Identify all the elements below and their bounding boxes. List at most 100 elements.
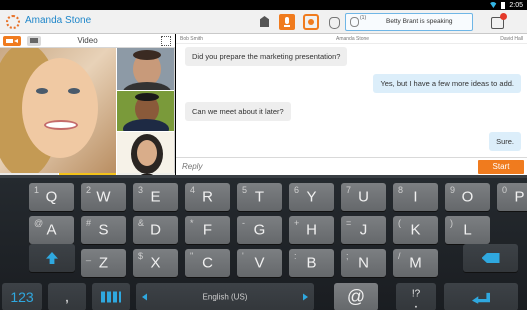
key-label: M <box>409 254 422 272</box>
key-r[interactable]: 4R <box>185 183 230 211</box>
comma-key-label: , <box>64 288 70 306</box>
user-name: Amanda Stone <box>25 15 92 26</box>
key-t[interactable]: 5T <box>237 183 282 211</box>
key-w[interactable]: 2W <box>81 183 126 211</box>
key-label: G <box>253 221 266 239</box>
battery-icon <box>501 1 506 9</box>
key-label: Y <box>306 188 317 206</box>
key-s[interactable]: # S <box>81 216 126 244</box>
key-label: Z <box>98 254 109 272</box>
keyboard-icon <box>101 291 121 303</box>
key-label: K <box>410 221 421 239</box>
status-time: 2:05 <box>509 1 523 9</box>
key-g[interactable]: -G <box>237 216 282 244</box>
participant-names: Bob Smith Amanda Stone David Hall <box>176 34 527 44</box>
period-key-label: . <box>413 294 419 310</box>
at-key-label: @ <box>346 286 366 307</box>
at-key[interactable]: @ <box>334 283 378 310</box>
notifications-icon[interactable] <box>488 13 507 31</box>
key-o[interactable]: 9O <box>445 183 490 211</box>
key-m[interactable]: / M <box>393 249 438 277</box>
video-tile-participant-1[interactable] <box>117 48 174 90</box>
action-bar: Amanda Stone (1) Betty Brant is speaking <box>0 10 527 34</box>
participant-name: Amanda Stone <box>336 36 370 42</box>
video-panel-header: Video <box>0 34 175 48</box>
video-tile-participant-2[interactable] <box>117 91 174 131</box>
webcam-icon[interactable] <box>303 14 319 30</box>
enter-key[interactable] <box>444 283 518 310</box>
key-label: R <box>202 188 213 206</box>
wifi-icon <box>489 2 498 8</box>
space-key[interactable]: English (US) <box>136 283 314 310</box>
raise-hand-icon[interactable] <box>326 14 342 30</box>
key-label: F <box>202 221 213 239</box>
enter-icon <box>472 292 490 304</box>
microphone-icon[interactable] <box>279 14 295 30</box>
space-key-label: English (US) <box>202 292 248 302</box>
key-label: T <box>254 188 265 206</box>
key-d[interactable]: & D <box>133 216 178 244</box>
key-a[interactable]: @ A <box>29 216 74 244</box>
chat-message-incoming: Did you prepare the marketing presentati… <box>185 47 348 66</box>
app-screen: 2:05 Amanda Stone (1) Betty Brant is spe… <box>0 0 527 310</box>
key-e[interactable]: 3E <box>133 183 178 211</box>
key-u[interactable]: 7U <box>341 183 386 211</box>
video-panel-title: Video <box>77 36 98 45</box>
delete-key[interactable] <box>463 244 518 272</box>
key-label: E <box>150 188 161 206</box>
keyboard-settings-key[interactable] <box>92 283 130 310</box>
key-label: V <box>254 254 265 272</box>
punctuation-key[interactable]: !? . <box>396 283 436 310</box>
key-x[interactable]: $ X <box>133 249 178 277</box>
chat-message-outgoing: Yes, but I have a few more ideas to add. <box>373 74 521 93</box>
key-label: W <box>96 188 111 206</box>
key-c[interactable]: " C <box>185 249 230 277</box>
key-n[interactable]: ; N <box>341 249 386 277</box>
key-label: N <box>358 254 369 272</box>
participant-name: David Hall <box>500 36 523 42</box>
key-label: J <box>359 221 368 239</box>
key-k[interactable]: (K <box>393 216 438 244</box>
key-y[interactable]: 6Y <box>289 183 334 211</box>
key-label: Q <box>45 188 58 206</box>
key-i[interactable]: 8I <box>393 183 438 211</box>
key-v[interactable]: ' V <box>237 249 282 277</box>
key-label: U <box>358 188 369 206</box>
comma-key[interactable]: , <box>48 283 86 310</box>
key-l[interactable]: ) L <box>445 216 490 244</box>
shift-icon <box>46 252 58 264</box>
key-j[interactable]: = J <box>341 216 386 244</box>
reply-input[interactable] <box>182 162 472 171</box>
video-panel: Video <box>0 34 175 209</box>
start-button[interactable]: Start <box>478 160 524 174</box>
key-p[interactable]: 0P <box>497 183 527 211</box>
key-label: I <box>413 188 418 206</box>
numbers-key[interactable]: 123 <box>2 283 42 310</box>
shift-key[interactable] <box>29 244 75 272</box>
key-label: O <box>461 188 474 206</box>
chat-panel: Bob Smith Amanda Stone David Hall Did yo… <box>176 34 527 175</box>
key-q[interactable]: 1Q <box>29 183 74 211</box>
share-document-icon[interactable] <box>257 14 273 30</box>
on-screen-keyboard: 1Q2W3E4R5T6Y7U8I9O0P @ A # S & D * F - G + H = J(K) L … <box>0 175 527 310</box>
reply-bar: Start <box>176 157 527 175</box>
key-h[interactable]: + H <box>289 216 334 244</box>
app-logo-icon[interactable] <box>6 15 20 29</box>
video-tile-participant-3[interactable] <box>117 132 174 173</box>
fullscreen-icon[interactable] <box>161 36 171 46</box>
key-label: X <box>150 254 161 272</box>
chat-message-outgoing: Sure. <box>489 132 521 151</box>
video-tile-main[interactable] <box>0 48 116 173</box>
key-f[interactable]: * F <box>185 216 230 244</box>
backspace-icon <box>481 253 500 263</box>
key-z[interactable]: _ Z <box>81 249 126 277</box>
key-label: A <box>46 221 57 239</box>
key-label: C <box>202 254 213 272</box>
hand-icon <box>350 17 359 27</box>
key-label: B <box>306 254 317 272</box>
key-b[interactable]: :B <box>289 249 334 277</box>
speaker-count: (1) <box>360 15 367 21</box>
participant-name: Bob Smith <box>180 36 204 42</box>
key-label: L <box>463 221 472 239</box>
key-label: H <box>306 221 317 239</box>
